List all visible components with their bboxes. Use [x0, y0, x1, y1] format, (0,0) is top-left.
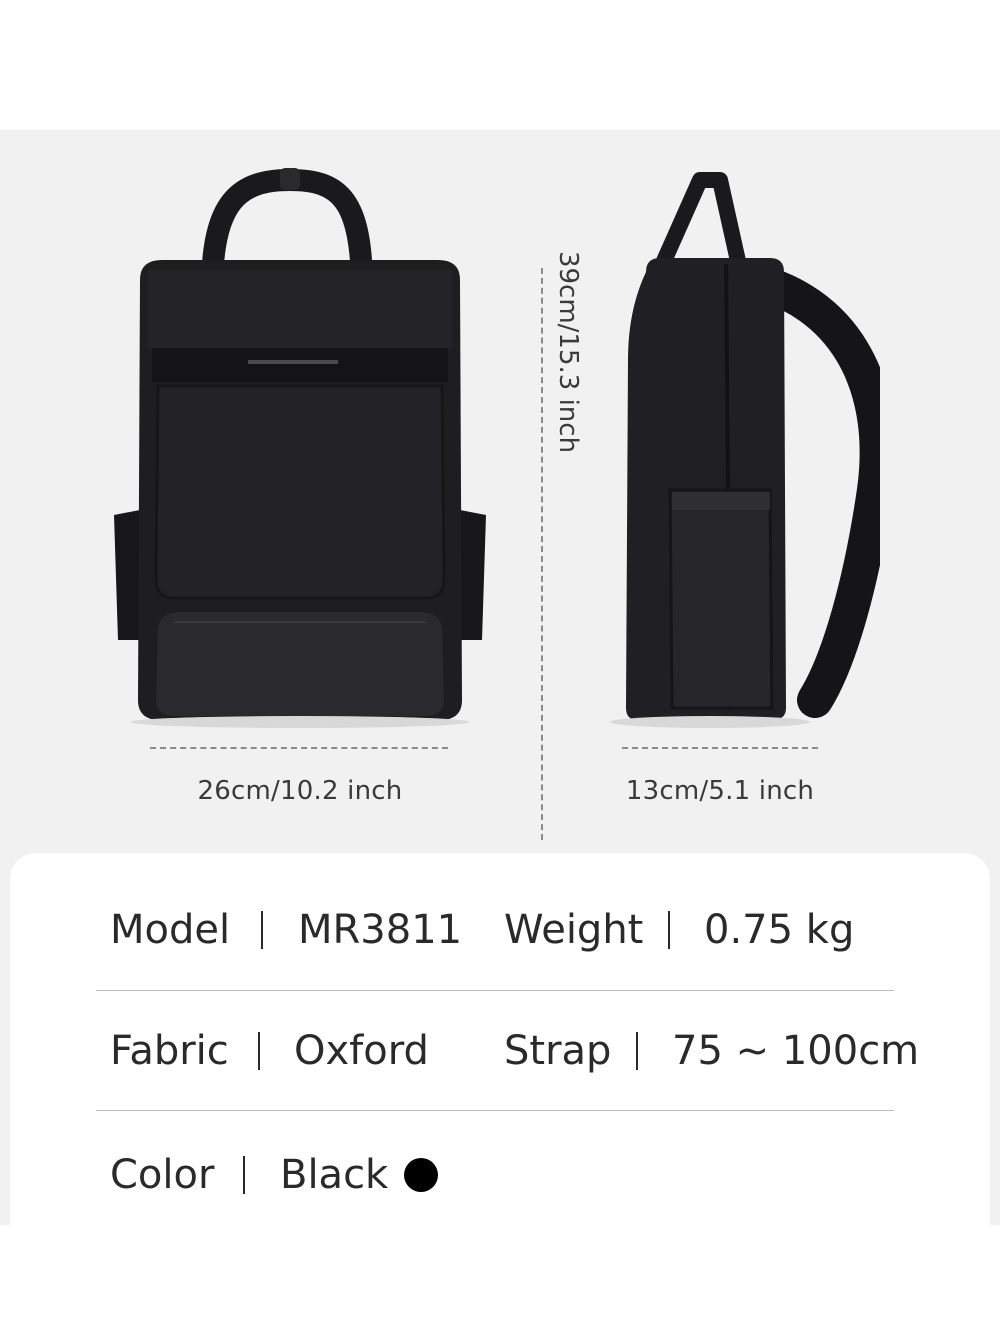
spec-row-color: Color Black	[10, 1115, 990, 1235]
separator	[243, 1156, 245, 1194]
spec-row-fabric-strap: Fabric Oxford Strap 75 ~ 100cm	[10, 991, 990, 1111]
separator	[668, 911, 670, 949]
spec-label-color: Color	[110, 1152, 215, 1198]
spec-label-weight: Weight	[504, 907, 644, 953]
depth-dimension-line	[622, 747, 818, 749]
separator	[261, 911, 263, 949]
product-views: 26cm/10.2 inch 13cm/5.1 inch	[0, 130, 1000, 850]
spec-label-model: Model	[110, 907, 231, 953]
backpack-front-view	[114, 168, 486, 728]
height-dimension-line	[541, 268, 543, 840]
spec-divider	[96, 1110, 894, 1111]
spec-value-fabric: Oxford	[294, 1028, 429, 1074]
spec-label-strap: Strap	[504, 1028, 612, 1074]
backpack-side-view	[610, 172, 880, 728]
spec-row-model-weight: Model MR3811 Weight 0.75 kg	[10, 870, 990, 990]
color-swatch-icon	[404, 1158, 439, 1192]
spec-value-model: MR3811	[298, 907, 463, 953]
depth-dimension-label: 13cm/5.1 inch	[625, 776, 815, 806]
spec-card: Model MR3811 Weight 0.75 kg Fabric Oxfor…	[10, 853, 990, 1225]
spec-value-weight: 0.75 kg	[704, 907, 855, 953]
width-dimension-label: 26cm/10.2 inch	[197, 776, 403, 806]
separator	[258, 1032, 260, 1070]
separator	[636, 1032, 638, 1070]
spec-label-fabric: Fabric	[110, 1028, 229, 1074]
height-dimension-label: 39cm/15.3 inch	[553, 250, 583, 454]
spec-value-color: Black	[280, 1152, 389, 1198]
width-dimension-line	[150, 747, 448, 749]
spec-value-strap: 75 ~ 100cm	[672, 1028, 920, 1074]
